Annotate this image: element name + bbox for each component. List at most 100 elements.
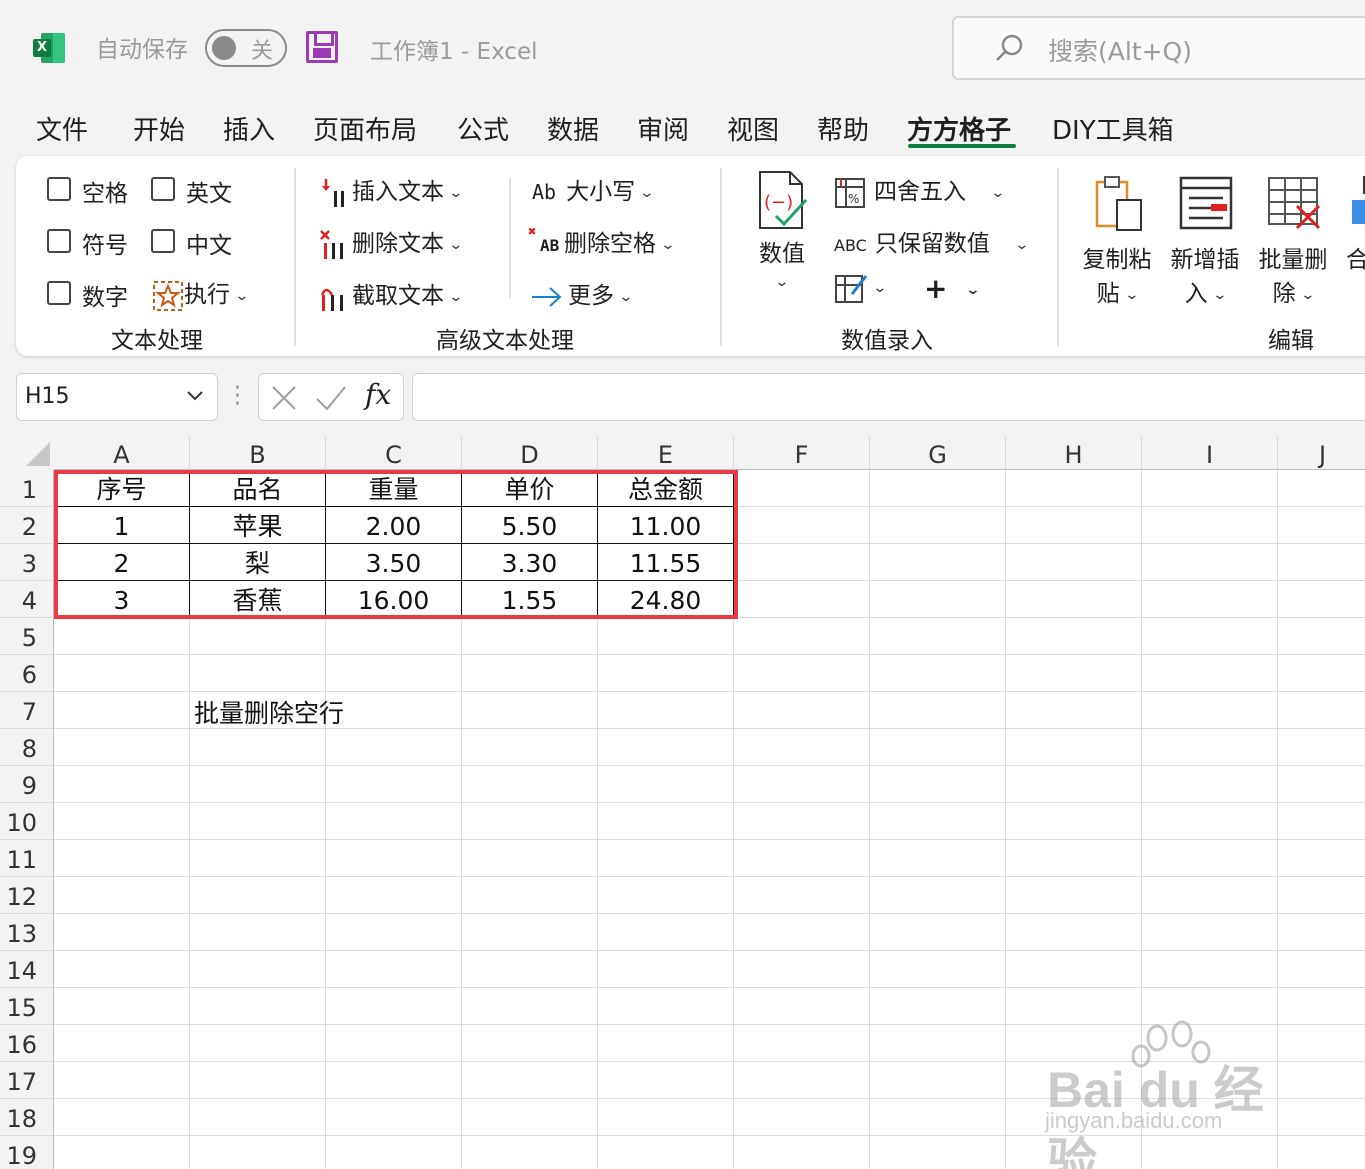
search-box[interactable]: 搜索(Alt+Q) bbox=[952, 16, 1365, 80]
cell-j13[interactable] bbox=[1278, 914, 1365, 951]
cell-a8[interactable] bbox=[54, 729, 190, 766]
row-header-6[interactable]: 6 bbox=[0, 655, 54, 692]
cell-g6[interactable] bbox=[870, 655, 1006, 692]
row-header-12[interactable]: 12 bbox=[0, 877, 54, 914]
tab-data[interactable]: 数据 bbox=[547, 110, 599, 147]
cell-b14[interactable] bbox=[190, 951, 326, 988]
cell-g17[interactable] bbox=[870, 1062, 1006, 1099]
tab-diy-toolbox[interactable]: DIY工具箱 bbox=[1052, 110, 1174, 147]
row-header-14[interactable]: 14 bbox=[0, 951, 54, 988]
chevron-down-icon[interactable] bbox=[185, 386, 205, 406]
cell-f4[interactable] bbox=[734, 581, 870, 618]
row-header-3[interactable]: 3 bbox=[0, 544, 54, 581]
cell-e11[interactable] bbox=[598, 840, 734, 877]
cell-j8[interactable] bbox=[1278, 729, 1365, 766]
cell-b10[interactable] bbox=[190, 803, 326, 840]
cell-g11[interactable] bbox=[870, 840, 1006, 877]
cell-c5[interactable] bbox=[326, 618, 462, 655]
tab-home[interactable]: 开始 bbox=[133, 110, 185, 147]
batch-delete-button[interactable]: 批量删 除 ⌄ bbox=[1256, 172, 1330, 308]
cell-a5[interactable] bbox=[54, 618, 190, 655]
cell-g8[interactable] bbox=[870, 729, 1006, 766]
cell-h13[interactable] bbox=[1006, 914, 1142, 951]
cell-i3[interactable] bbox=[1142, 544, 1278, 581]
cell-h2[interactable] bbox=[1006, 507, 1142, 544]
autosave-toggle[interactable]: 关 bbox=[205, 29, 287, 67]
cell-f7[interactable] bbox=[734, 692, 870, 729]
column-header-f[interactable]: F bbox=[734, 436, 870, 470]
cell-g18[interactable] bbox=[870, 1099, 1006, 1136]
tab-review[interactable]: 审阅 bbox=[637, 110, 689, 147]
cell-b6[interactable] bbox=[190, 655, 326, 692]
cell-i10[interactable] bbox=[1142, 803, 1278, 840]
cell-j14[interactable] bbox=[1278, 951, 1365, 988]
cell-f13[interactable] bbox=[734, 914, 870, 951]
cell-c15[interactable] bbox=[326, 988, 462, 1025]
row-header-11[interactable]: 11 bbox=[0, 840, 54, 877]
cancel-icon[interactable] bbox=[269, 383, 299, 413]
cell-e16[interactable] bbox=[598, 1025, 734, 1062]
case-button[interactable]: Ab 大小写 ⌄ bbox=[532, 172, 655, 206]
cell-e13[interactable] bbox=[598, 914, 734, 951]
cell-e7[interactable] bbox=[598, 692, 734, 729]
select-all-corner[interactable] bbox=[0, 436, 54, 470]
cell-a6[interactable] bbox=[54, 655, 190, 692]
cell-j10[interactable] bbox=[1278, 803, 1365, 840]
cell-b11[interactable] bbox=[190, 840, 326, 877]
cell-c4[interactable]: 16.00 bbox=[326, 581, 462, 618]
cell-d9[interactable] bbox=[462, 766, 598, 803]
cell-j12[interactable] bbox=[1278, 877, 1365, 914]
cell-b13[interactable] bbox=[190, 914, 326, 951]
cell-e14[interactable] bbox=[598, 951, 734, 988]
column-header-i[interactable]: I bbox=[1142, 436, 1278, 470]
cell-a7[interactable] bbox=[54, 692, 190, 729]
cell-d5[interactable] bbox=[462, 618, 598, 655]
cell-b17[interactable] bbox=[190, 1062, 326, 1099]
cell-j4[interactable] bbox=[1278, 581, 1365, 618]
cell-j6[interactable] bbox=[1278, 655, 1365, 692]
row-header-17[interactable]: 17 bbox=[0, 1062, 54, 1099]
numeric-button[interactable]: (−) 数值 ⌄ bbox=[754, 170, 810, 294]
row-header-1[interactable]: 1 bbox=[0, 470, 54, 507]
cell-h12[interactable] bbox=[1006, 877, 1142, 914]
cell-c14[interactable] bbox=[326, 951, 462, 988]
tab-formulas[interactable]: 公式 bbox=[457, 110, 509, 147]
cell-d14[interactable] bbox=[462, 951, 598, 988]
cell-c9[interactable] bbox=[326, 766, 462, 803]
cell-g16[interactable] bbox=[870, 1025, 1006, 1062]
cell-e17[interactable] bbox=[598, 1062, 734, 1099]
cell-h6[interactable] bbox=[1006, 655, 1142, 692]
cell-h3[interactable] bbox=[1006, 544, 1142, 581]
cell-f19[interactable] bbox=[734, 1136, 870, 1169]
merge-button[interactable]: 合 bbox=[1346, 172, 1365, 274]
cell-a9[interactable] bbox=[54, 766, 190, 803]
cell-d13[interactable] bbox=[462, 914, 598, 951]
checkbox-chinese[interactable] bbox=[151, 229, 175, 253]
tab-view[interactable]: 视图 bbox=[727, 110, 779, 147]
cell-e2[interactable]: 11.00 bbox=[598, 507, 734, 544]
tab-fangfanggezi[interactable]: 方方格子 bbox=[907, 110, 1011, 147]
cell-f17[interactable] bbox=[734, 1062, 870, 1099]
cell-c8[interactable] bbox=[326, 729, 462, 766]
cell-e1[interactable]: 总金额 bbox=[598, 470, 734, 507]
cell-a10[interactable] bbox=[54, 803, 190, 840]
checkbox-number[interactable] bbox=[47, 281, 71, 305]
cell-h8[interactable] bbox=[1006, 729, 1142, 766]
cell-b2[interactable]: 苹果 bbox=[190, 507, 326, 544]
cell-e5[interactable] bbox=[598, 618, 734, 655]
tab-page-layout[interactable]: 页面布局 bbox=[313, 110, 417, 147]
column-header-g[interactable]: G bbox=[870, 436, 1006, 470]
column-header-h[interactable]: H bbox=[1006, 436, 1142, 470]
cell-e19[interactable] bbox=[598, 1136, 734, 1169]
cell-f10[interactable] bbox=[734, 803, 870, 840]
cell-g3[interactable] bbox=[870, 544, 1006, 581]
round-button[interactable]: % 四舍五入 ⌄ bbox=[834, 172, 1005, 209]
cell-a17[interactable] bbox=[54, 1062, 190, 1099]
cell-b19[interactable] bbox=[190, 1136, 326, 1169]
cell-e3[interactable]: 11.55 bbox=[598, 544, 734, 581]
confirm-icon[interactable] bbox=[315, 383, 347, 413]
cell-f15[interactable] bbox=[734, 988, 870, 1025]
cell-d15[interactable] bbox=[462, 988, 598, 1025]
cell-g4[interactable] bbox=[870, 581, 1006, 618]
cell-d4[interactable]: 1.55 bbox=[462, 581, 598, 618]
